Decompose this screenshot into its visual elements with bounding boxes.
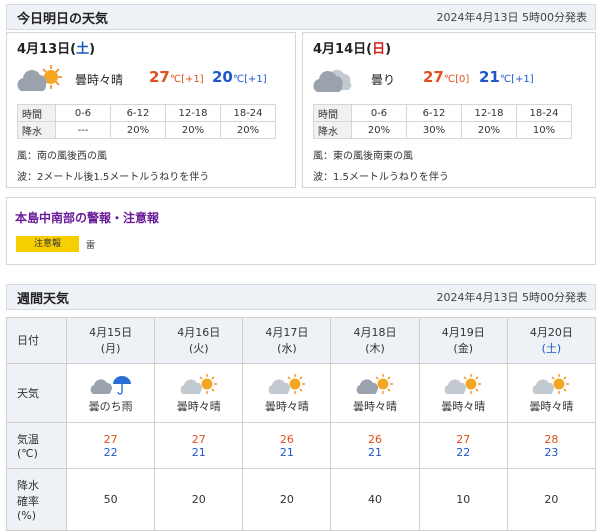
week-pop: 20 <box>154 468 244 531</box>
period: 12-18 <box>461 104 517 122</box>
cloud-sun-icon <box>180 374 217 394</box>
weekly-published: 2024年4月13日 5時00分発表 <box>436 291 587 304</box>
week-weather: 曇時々晴 <box>154 363 244 423</box>
rain-table: 時間 0-6 6-12 12-18 18-24 降水 20% 30% 20% 1… <box>313 104 572 139</box>
warning-title[interactable]: 本島中南部の警報・注意報 <box>15 209 159 226</box>
period: 18-24 <box>220 104 276 122</box>
period: 18-24 <box>516 104 572 122</box>
period: 6-12 <box>110 104 166 122</box>
cloud-sun-icon <box>356 374 394 394</box>
advisory-kind: 雷 <box>86 241 96 251</box>
cloud-sun-icon <box>444 374 482 394</box>
week-temp: 26 21 <box>242 422 332 469</box>
cloud-sun-icon <box>268 374 305 394</box>
week-temp: 27 22 <box>418 422 508 469</box>
cloud-icon <box>313 69 352 92</box>
week-weather: 曇時々晴 <box>418 363 508 423</box>
rain-value: --- <box>55 121 111 139</box>
wind-info: 風：南の風後西の風 <box>17 151 107 162</box>
weekly-title: 週間天気 <box>17 291 70 307</box>
weekly-section: 週間天気 2024年4月13日 5時00分発表 <box>6 284 596 310</box>
week-temp: 28 23 <box>506 422 597 469</box>
weather-text: 曇り <box>371 73 396 87</box>
day-date: 4月13日(土) <box>17 42 96 57</box>
low-temp: 20℃[+1] <box>212 68 267 86</box>
week-date: 4月15日 (月) <box>65 317 156 364</box>
period: 0-6 <box>55 104 111 122</box>
rain-value: 10% <box>516 121 572 139</box>
week-weather: 曇時々晴 <box>506 363 597 423</box>
period: 12-18 <box>165 104 221 122</box>
week-temp: 26 21 <box>330 422 420 469</box>
time-label: 時間 <box>313 104 352 122</box>
rain-label: 降水 <box>313 121 352 139</box>
week-pop: 20 <box>506 468 597 531</box>
rain-value: 20% <box>165 121 221 139</box>
week-date: 4月17日 (水) <box>242 317 332 364</box>
week-date: 4月18日 (木) <box>330 317 420 364</box>
rain-value: 20% <box>351 121 407 139</box>
week-pop: 20 <box>242 468 332 531</box>
week-temp: 27 21 <box>154 422 244 469</box>
date-row: 日付 4月15日 (月) 4月16日 (火) 4月17日 (水) 4月18日 (木) 4… <box>6 317 597 364</box>
day-date: 4月14日(日) <box>313 42 392 57</box>
week-weather: 曇のち雨 <box>65 363 156 423</box>
today-header: 今日明日の天気 2024年4月13日 5時00分発表 <box>6 4 596 30</box>
time-label: 時間 <box>17 104 56 122</box>
low-temp: 21℃[+1] <box>479 68 534 86</box>
week-temp: 27 22 <box>65 422 156 469</box>
temp-row-label: 気温 (℃) <box>6 422 67 469</box>
week-date: 4月16日 (火) <box>154 317 244 364</box>
rain-table: 時間 0-6 6-12 12-18 18-24 降水 --- 20% 20% 2… <box>17 104 276 139</box>
wave-info: 波：1.5メートルうねりを伴う <box>313 172 449 183</box>
day-card-tomorrow: 4月14日(日) 曇り 27℃[0] 21℃[+1] 時間 0-6 6-12 1… <box>302 32 596 188</box>
week-pop: 10 <box>418 468 508 531</box>
rain-value: 20% <box>220 121 276 139</box>
week-pop: 50 <box>65 468 156 531</box>
week-date: 4月19日 (金) <box>418 317 508 364</box>
weather-row-label: 天気 <box>6 363 67 423</box>
period: 0-6 <box>351 104 407 122</box>
advisory-badge: 注意報 <box>16 236 79 252</box>
wave-info: 波：2メートル後1.5メートルうねりを伴う <box>17 172 210 183</box>
weather-text: 曇時々晴 <box>75 73 124 87</box>
rain-value: 30% <box>406 121 462 139</box>
week-weather: 曇時々晴 <box>242 363 332 423</box>
temp-row: 気温 (℃) 27 22 27 21 26 21 26 21 27 22 28 23 <box>6 422 597 469</box>
pop-row: 降水 確率 (%) 50 20 20 40 10 20 <box>6 468 597 531</box>
weather-row: 天気 曇のち雨 曇時々晴 曇時々晴 曇時々晴 曇時々晴 曇時々晴 <box>6 363 597 423</box>
rain-value: 20% <box>110 121 166 139</box>
cloud-umbrella-icon <box>90 376 131 395</box>
cloud-sun-icon <box>532 374 570 394</box>
today-published: 2024年4月13日 5時00分発表 <box>436 11 587 24</box>
pop-row-label: 降水 確率 (%) <box>6 468 67 531</box>
rain-label: 降水 <box>17 121 56 139</box>
today-tomorrow-section: 今日明日の天気 2024年4月13日 5時00分発表 <box>6 4 596 30</box>
period: 6-12 <box>406 104 462 122</box>
cloud-sun-icon <box>17 65 62 91</box>
high-temp: 27℃[+1] <box>149 68 204 86</box>
week-weather: 曇時々晴 <box>330 363 420 423</box>
day-card-today: 4月13日(土) 曇時々晴 27℃[+1] 20℃[+1] 時間 0-6 6-1… <box>6 32 296 188</box>
week-pop: 40 <box>330 468 420 531</box>
weekly-header: 週間天気 2024年4月13日 5時00分発表 <box>6 284 596 310</box>
high-temp: 27℃[0] <box>423 68 470 86</box>
date-row-label: 日付 <box>6 317 67 364</box>
today-title: 今日明日の天気 <box>17 11 109 27</box>
weekly-table: 日付 4月15日 (月) 4月16日 (火) 4月17日 (水) 4月18日 (木) 4… <box>6 317 597 531</box>
wind-info: 風：東の風後南東の風 <box>313 151 413 162</box>
warning-box: 本島中南部の警報・注意報 注意報 雷 <box>6 197 596 265</box>
week-date: 4月20日 (土) <box>506 317 597 364</box>
rain-value: 20% <box>461 121 517 139</box>
